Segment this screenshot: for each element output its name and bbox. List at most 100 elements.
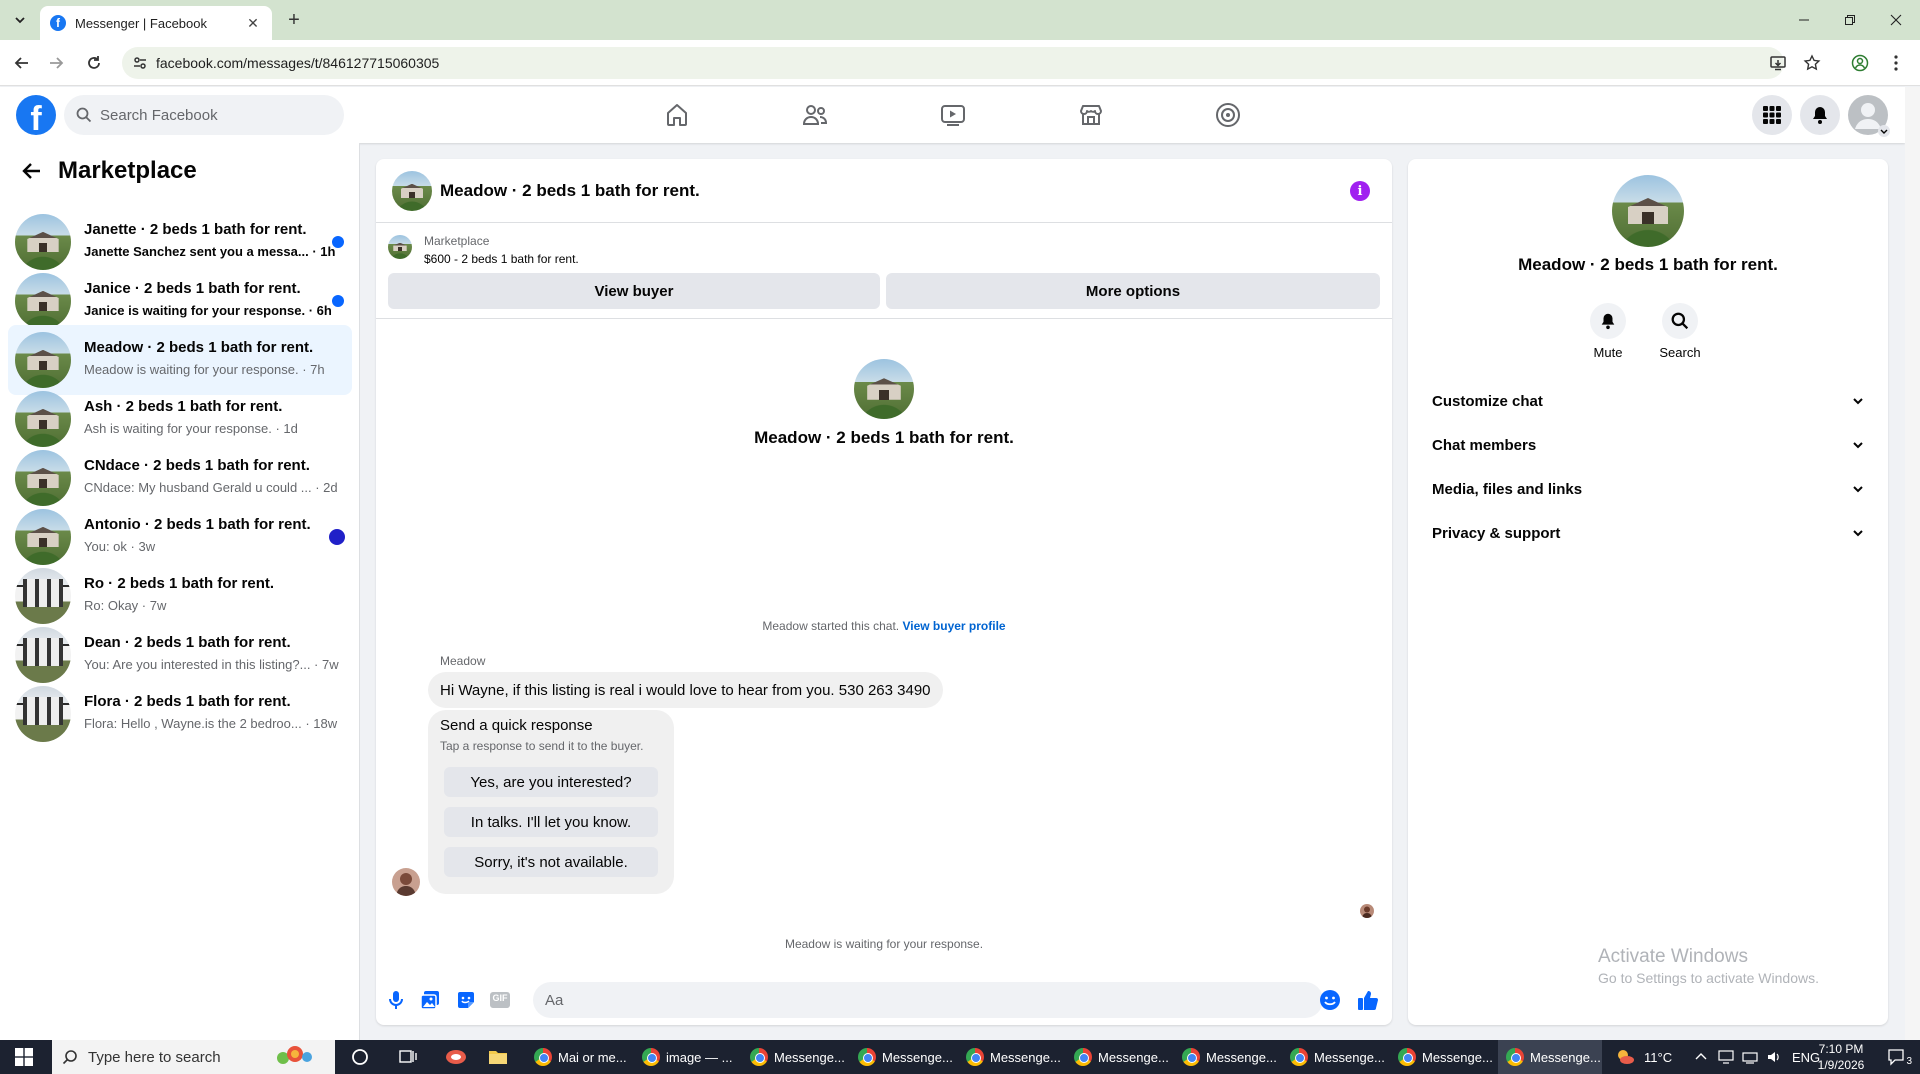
address-bar[interactable]: facebook.com/messages/t/846127715060305 [122,47,1784,79]
view-buyer-button[interactable]: View buyer [388,273,880,309]
install-app-button[interactable] [1766,51,1790,75]
taskbar-app-button[interactable]: Messenge... [1066,1040,1170,1074]
taskbar-app-button[interactable]: Messenge... [742,1040,846,1074]
view-buyer-profile-link[interactable]: View buyer profile [902,619,1005,633]
taskbar-app-button[interactable]: Messenge... [958,1040,1062,1074]
snipping-app-button[interactable] [436,1040,476,1074]
back-button[interactable] [10,51,34,75]
nav-watch[interactable] [898,95,1008,135]
nav-gaming[interactable] [1173,95,1283,135]
attach-media-button[interactable] [418,988,442,1012]
bookmark-button[interactable] [1800,51,1824,75]
media-files-links-row[interactable]: Media, files and links [1416,467,1880,511]
close-window-button[interactable] [1878,6,1914,34]
logo-letter: f [30,100,42,135]
forward-button[interactable] [44,51,68,75]
chevron-up-icon [1695,1053,1707,1060]
gif-button[interactable]: GIF [488,988,512,1012]
info-icon[interactable]: i [1350,181,1370,201]
clock[interactable]: 7:10 PM 1/9/2026 [1812,1040,1870,1074]
notification-icon [1888,1049,1904,1066]
preview-text: Ash is waiting for your response. [84,421,272,436]
chat-avatar[interactable] [392,171,432,211]
system-tray[interactable]: ENG [1694,1040,1820,1074]
restore-button[interactable] [1832,6,1868,34]
tab-close-icon[interactable]: ✕ [244,15,262,32]
conversation-avatar [15,627,71,683]
profile-button[interactable] [1848,51,1872,75]
reload-button[interactable] [82,51,106,75]
tab-title: Messenger | Facebook [75,15,207,31]
emoji-button[interactable] [1318,988,1342,1012]
search-action[interactable]: Search [1650,303,1710,360]
chrome-icon [858,1048,876,1066]
taskbar-app-button[interactable]: image — ... [634,1040,738,1074]
taskbar-app-button[interactable]: Messenge... [1390,1040,1494,1074]
chat-members-row[interactable]: Chat members [1416,423,1880,467]
row-label: Chat members [1432,436,1537,454]
account-button[interactable] [1848,95,1890,137]
info-avatar[interactable] [1612,175,1684,247]
nav-home[interactable] [622,95,732,135]
person-photo-icon [1360,904,1374,918]
friends-icon [802,105,828,125]
conversation-item[interactable]: Flora · 2 beds 1 bath for rent. Flora: He… [8,679,352,749]
file-explorer-button[interactable] [478,1040,518,1074]
browser-tab[interactable]: f Messenger | Facebook ✕ [40,6,272,40]
taskbar-app-button[interactable]: Messenge... [1498,1040,1602,1074]
site-settings-icon[interactable] [132,55,148,71]
message-input[interactable] [533,982,1323,1018]
minimize-button[interactable] [1786,6,1822,34]
nav-marketplace[interactable] [1036,95,1146,135]
marketplace-icon [1080,105,1102,125]
taskbar-app-button[interactable]: Messenge... [1282,1040,1386,1074]
sticker-button[interactable] [454,988,478,1012]
message-bubble[interactable]: Hi Wayne, if this listing is real i woul… [428,672,943,708]
page-scrollbar[interactable] [1905,87,1920,1040]
preview-text: You: Are you interested in this listing?… [84,657,311,672]
taskbar-app-button[interactable]: Mai or me... [526,1040,630,1074]
like-button[interactable] [1356,988,1380,1012]
nav-friends[interactable] [760,95,870,135]
preview-text: CNdace: My husband Gerald u could ... [84,480,312,495]
facebook-logo[interactable]: f [16,95,56,135]
taskbar-search-box[interactable]: Type here to search [52,1040,335,1074]
monitor-icon [1718,1050,1734,1064]
conversation-name: Antonio · 2 beds 1 bath for rent. [84,516,311,533]
facebook-search-input[interactable]: Search Facebook [64,95,344,135]
message-composer: GIF [376,975,1392,1025]
back-button[interactable] [20,159,44,183]
customize-chat-row[interactable]: Customize chat [1416,379,1880,423]
chat-title[interactable]: Meadow · 2 beds 1 bath for rent. [440,181,700,201]
preview-time: · 2d [311,480,338,495]
menu-button[interactable] [1752,95,1792,135]
url-text: facebook.com/messages/t/846127715060305 [156,55,440,71]
tab-search-button[interactable] [8,8,32,32]
browser-menu-button[interactable] [1884,51,1908,75]
chrome-icon [750,1048,768,1066]
cortana-circle-icon [352,1049,368,1065]
more-options-button[interactable]: More options [886,273,1380,309]
start-button[interactable] [0,1040,48,1074]
mute-action[interactable]: Mute [1578,303,1638,360]
person-photo-icon [392,868,420,896]
conversation-title: Meadow · 2 beds 1 bath for rent. [754,428,1014,447]
task-switch-button[interactable] [388,1040,428,1074]
sender-avatar[interactable] [392,868,420,896]
privacy-support-row[interactable]: Privacy & support [1416,511,1880,555]
preview-text: Janice is waiting for your response. [84,303,306,318]
quick-response-option[interactable]: In talks. I'll let you know. [444,807,658,837]
weather-widget[interactable]: 11°C [1614,1040,1672,1074]
preview-time: · 7w [310,657,339,672]
grid-menu-icon [1763,106,1781,124]
voice-clip-button[interactable] [384,988,408,1012]
quick-response-option[interactable]: Sorry, it's not available. [444,847,658,877]
new-tab-button[interactable]: + [282,8,306,32]
notification-center-button[interactable]: 3 [1876,1040,1916,1074]
taskbar-app-button[interactable]: Messenge... [850,1040,954,1074]
task-view-button[interactable] [340,1040,380,1074]
quick-response-option[interactable]: Yes, are you interested? [444,767,658,797]
notifications-button[interactable] [1800,95,1840,135]
arrow-right-icon [50,57,64,69]
taskbar-app-button[interactable]: Messenge... [1174,1040,1278,1074]
